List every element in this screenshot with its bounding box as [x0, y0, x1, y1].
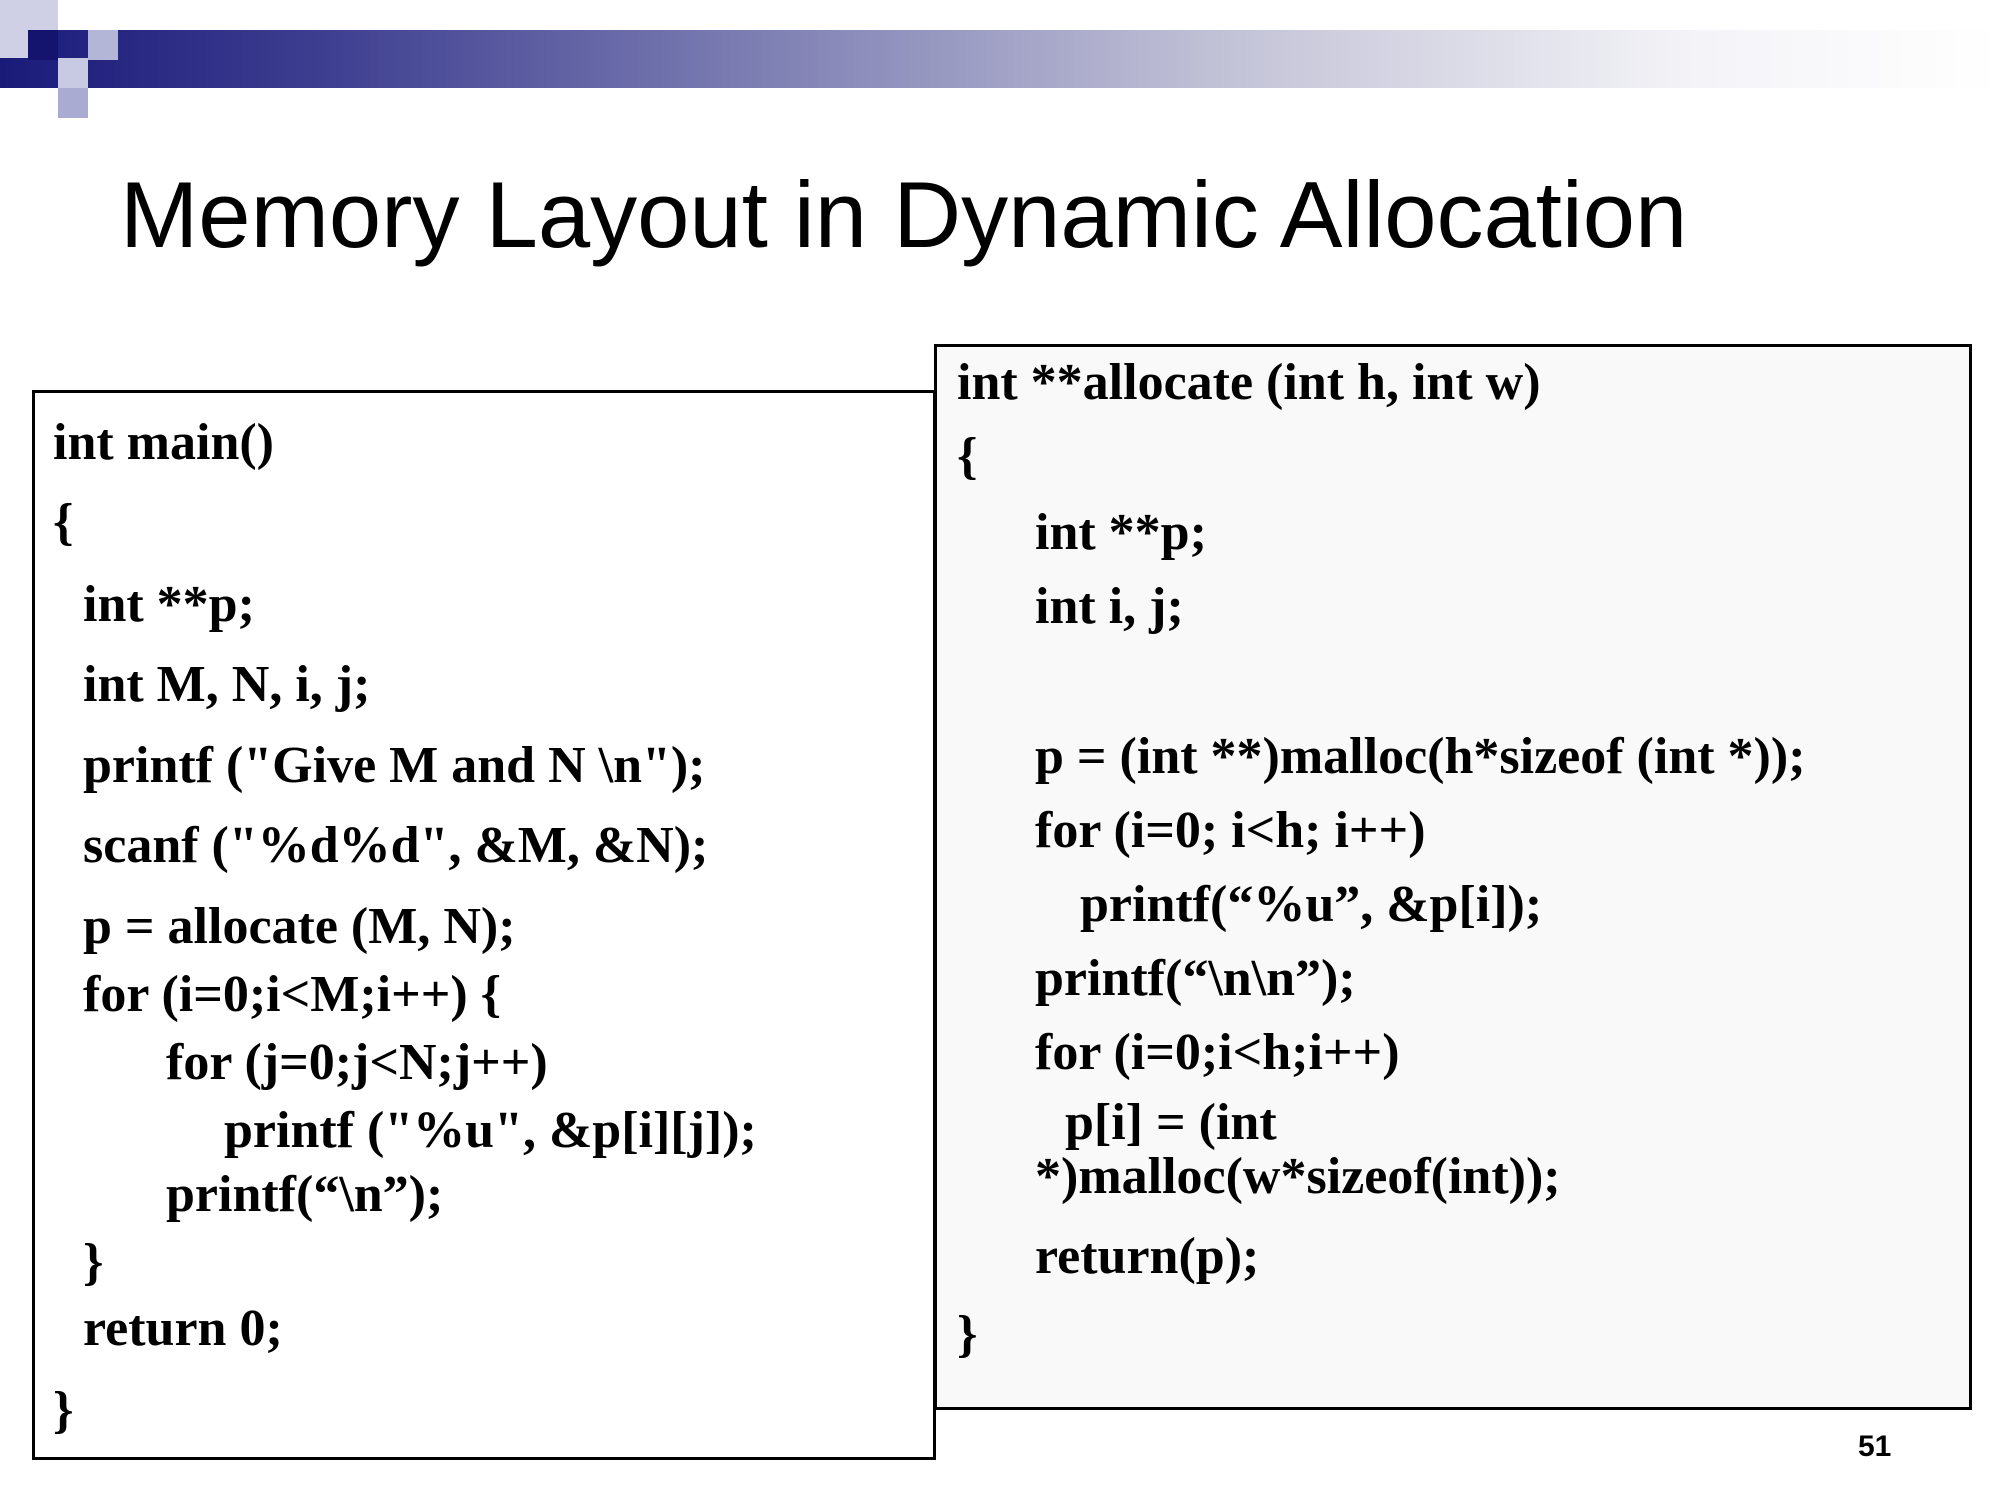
- code-line: int **p;: [1035, 504, 1207, 561]
- code-line: p = (int **)malloc(h*sizeof (int *));: [1035, 728, 1806, 785]
- logo-square-mid: [58, 58, 88, 88]
- code-line: }: [53, 1382, 74, 1439]
- code-line: printf(“\n”);: [166, 1166, 444, 1223]
- code-line: *)malloc(w*sizeof(int));: [1035, 1148, 1561, 1205]
- code-line: printf ("%u", &p[i][j]);: [224, 1102, 757, 1159]
- code-line: int **p;: [83, 576, 255, 633]
- code-line: int M, N, i, j;: [83, 656, 371, 713]
- code-line: p = allocate (M, N);: [83, 898, 516, 955]
- code-line: for (i=0;i<h;i++): [1035, 1024, 1400, 1081]
- page-number: 51: [1858, 1430, 1892, 1463]
- logo-square-bottom: [58, 88, 88, 118]
- header-gradient-band: [0, 30, 2000, 88]
- code-line: for (i=0; i<h; i++): [1035, 802, 1426, 859]
- code-line: for (j=0;j<N;j++): [166, 1034, 548, 1091]
- code-box-allocate: int **allocate (int h, int w) { int **p;…: [934, 344, 1972, 1410]
- logo-square-white: [88, 0, 118, 30]
- code-line: printf(“\n\n”);: [1035, 950, 1356, 1007]
- code-box-main: int main() { int **p; int M, N, i, j; pr…: [32, 390, 936, 1460]
- code-line: int main(): [53, 414, 274, 471]
- logo-square-accent: [88, 30, 118, 60]
- slide-title: Memory Layout in Dynamic Allocation: [120, 162, 1688, 267]
- code-line: {: [957, 428, 978, 485]
- logo-square-dark: [28, 30, 58, 60]
- code-line: printf ("Give M and N \n");: [83, 737, 706, 794]
- code-line: {: [53, 494, 74, 551]
- code-line: return 0;: [83, 1300, 283, 1357]
- code-line: int **allocate (int h, int w): [957, 354, 1541, 411]
- code-line: int i, j;: [1035, 578, 1184, 635]
- code-line: printf(“%u”, &p[i]);: [1080, 876, 1543, 933]
- code-line: for (i=0;i<M;i++) {: [83, 966, 502, 1023]
- code-line: p[i] = (int: [1065, 1094, 1277, 1151]
- code-line: return(p);: [1035, 1228, 1260, 1285]
- code-line: }: [83, 1234, 104, 1291]
- code-line: }: [957, 1306, 978, 1363]
- code-line: scanf ("%d%d", &M, &N);: [83, 817, 709, 874]
